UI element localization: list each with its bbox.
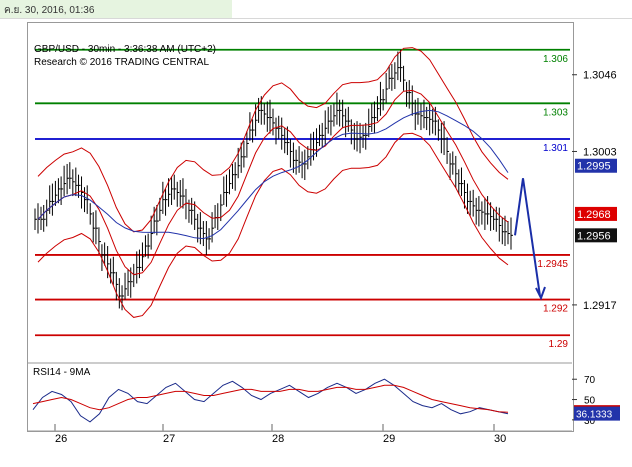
x-tick-label: 27	[163, 433, 175, 445]
price-badge-label: 1.2995	[577, 161, 611, 173]
level-label: 1.2945	[537, 259, 568, 270]
chart-subtitle: Research © 2016 TRADING CENTRAL	[34, 57, 210, 68]
level-label: 1.303	[543, 107, 568, 118]
rsi-badge-label: 36.1333	[576, 410, 613, 421]
level-label: 1.292	[543, 304, 568, 315]
rsi-title: RSI14 - 9MA	[33, 367, 91, 378]
x-tick-label: 30	[494, 433, 506, 445]
forecast-arrow	[514, 178, 541, 297]
chart-title: GBP/USD - 30min - 3:36:38 AM (UTC+2)	[34, 44, 217, 55]
rsi-axis-tick-label: 50	[584, 396, 596, 407]
price-badge-label: 1.2956	[577, 230, 611, 242]
chart-canvas: 26 27 28 29 30 1.3046 1.3003 1.2917 1.306 1.303 1.…	[28, 47, 620, 445]
x-tick-label: 26	[55, 433, 67, 445]
level-label: 1.29	[549, 339, 569, 350]
x-tick-label: 29	[383, 433, 395, 445]
level-label: 1.301	[543, 143, 568, 154]
price-axis-tick-label: 1.2917	[583, 300, 617, 312]
x-tick-label: 28	[272, 433, 284, 445]
bollinger-lower	[37, 132, 509, 318]
price-axis-tick-label: 1.3046	[583, 70, 617, 82]
rsi-axis-tick-label: 70	[584, 375, 596, 386]
price-badge-label: 1.2968	[577, 209, 611, 221]
price-bars	[34, 49, 513, 311]
rsi-ma-line	[32, 384, 509, 413]
price-axis-tick-label: 1.3003	[583, 146, 617, 158]
level-label: 1.306	[543, 54, 568, 65]
